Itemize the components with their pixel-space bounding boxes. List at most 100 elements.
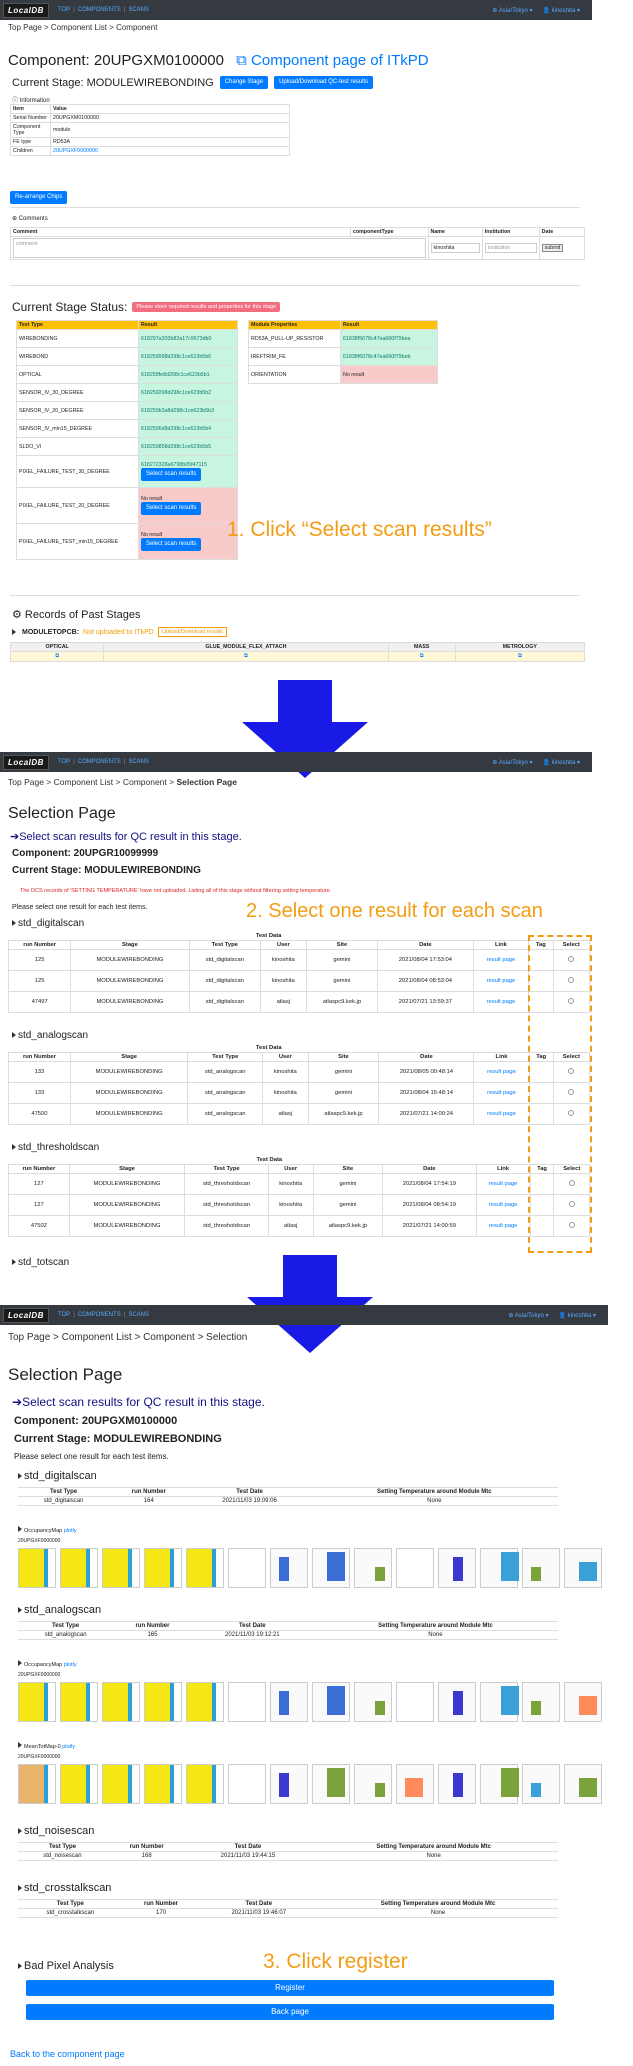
- plot-thumbnail[interactable]: [354, 1764, 392, 1804]
- plot-thumbnail[interactable]: [522, 1548, 560, 1588]
- user-dropdown[interactable]: 👤 kinoshita ▾: [558, 1312, 596, 1319]
- plot-thumbnail[interactable]: [564, 1682, 602, 1722]
- plot-thumbnail[interactable]: [438, 1764, 476, 1804]
- comment-submit-button[interactable]: submit: [541, 244, 564, 252]
- plot-thumbnail[interactable]: [18, 1764, 56, 1804]
- plot-thumbnail[interactable]: [228, 1548, 266, 1588]
- plot-thumbnail[interactable]: [480, 1682, 519, 1722]
- plot-thumbnail[interactable]: [60, 1764, 98, 1804]
- nav-scans-link[interactable]: SCANS: [128, 1312, 149, 1318]
- nav-components-link[interactable]: COMPONENTS: [78, 1312, 121, 1318]
- nav-scans-link[interactable]: SCANS: [128, 759, 149, 765]
- select-scan-results-button[interactable]: Select scan results: [141, 538, 202, 551]
- plot-thumbnail[interactable]: [186, 1682, 224, 1722]
- result-page-link[interactable]: result page: [473, 1082, 530, 1104]
- result-page-link[interactable]: result page: [472, 991, 530, 1013]
- itkpd-link[interactable]: ⧉ Component page of ITkPD: [236, 52, 429, 69]
- test-result-link[interactable]: 618259858d298c1ce623b5b5: [138, 437, 238, 456]
- children-link[interactable]: 20UPGXF0000000: [50, 146, 290, 156]
- result-page-link[interactable]: result page: [473, 1061, 530, 1083]
- plot-thumbnail[interactable]: [438, 1682, 476, 1722]
- plot-thumbnail[interactable]: [228, 1682, 266, 1722]
- plot-toggle[interactable]: MeanTotMap-0 plotly: [18, 1742, 75, 1750]
- result-page-link[interactable]: result page: [473, 1103, 530, 1125]
- plot-toggle[interactable]: OccupancyMap plotly: [18, 1660, 77, 1668]
- localdb-logo[interactable]: LocalDB: [3, 2, 49, 18]
- plot-thumbnail[interactable]: [102, 1548, 140, 1588]
- institution-field[interactable]: institution: [484, 243, 537, 253]
- plot-thumbnail[interactable]: [18, 1682, 56, 1722]
- plot-thumbnail[interactable]: [312, 1682, 350, 1722]
- result-page-link[interactable]: result page: [475, 1194, 531, 1216]
- plot-thumbnail[interactable]: [144, 1548, 182, 1588]
- plot-thumbnail[interactable]: [564, 1548, 602, 1588]
- timezone-dropdown[interactable]: ⊕ Asia/Tokyo ▾: [508, 1312, 548, 1319]
- plot-thumbnail[interactable]: [480, 1548, 519, 1588]
- register-button[interactable]: Register: [26, 1980, 554, 1996]
- localdb-logo[interactable]: LocalDB: [3, 754, 49, 770]
- test-result-link[interactable]: 618259b3a8d298c1ce623b5b3: [138, 401, 238, 420]
- property-result-link[interactable]: 61838f6078c47ea660f79beb: [340, 347, 438, 366]
- external-link-icon[interactable]: ⧉: [103, 651, 389, 662]
- nav-top-link[interactable]: TOP: [58, 7, 70, 13]
- plot-thumbnail[interactable]: [270, 1764, 308, 1804]
- plot-thumbnail[interactable]: [564, 1764, 602, 1804]
- plot-thumbnail[interactable]: [270, 1682, 308, 1722]
- name-field[interactable]: kinoshita: [430, 243, 480, 253]
- plot-thumbnail[interactable]: [60, 1682, 98, 1722]
- nav-top-link[interactable]: TOP: [58, 759, 70, 765]
- plot-thumbnail[interactable]: [396, 1548, 434, 1588]
- nav-top-link[interactable]: TOP: [58, 1312, 70, 1318]
- back-page-button[interactable]: Back page: [26, 2004, 554, 2020]
- result-page-link[interactable]: result page: [475, 1173, 531, 1195]
- property-result-link[interactable]: 61838f5678c47ea660f79bea: [340, 329, 438, 348]
- test-result-link[interactable]: 618258fe8d298c1ce623b5b1: [138, 365, 238, 384]
- plot-toggle[interactable]: OccupancyMap plotly: [18, 1526, 77, 1534]
- plot-thumbnail[interactable]: [522, 1764, 560, 1804]
- plot-thumbnail[interactable]: [228, 1764, 266, 1804]
- nav-scans-link[interactable]: SCANS: [128, 7, 149, 13]
- plot-thumbnail[interactable]: [102, 1682, 140, 1722]
- test-result-link[interactable]: 618259298d298c1ce623b5b2: [138, 383, 238, 402]
- result-page-link[interactable]: result page: [472, 949, 530, 971]
- rearrange-chips-button[interactable]: Re-arrange Chips: [10, 191, 68, 204]
- upload-qc-button[interactable]: Upload/Download QC-test results: [274, 76, 374, 89]
- user-dropdown[interactable]: 👤 kinoshita ▾: [542, 759, 580, 766]
- nav-components-link[interactable]: COMPONENTS: [78, 759, 121, 765]
- plot-thumbnail[interactable]: [312, 1548, 350, 1588]
- external-link-icon[interactable]: ⧉: [454, 651, 586, 662]
- user-dropdown[interactable]: 👤 kinoshita ▾: [542, 7, 580, 14]
- change-stage-button[interactable]: Change Stage: [219, 76, 269, 89]
- select-scan-results-button[interactable]: Select scan results: [141, 468, 202, 481]
- nav-components-link[interactable]: COMPONENTS: [78, 7, 121, 13]
- external-link-icon[interactable]: ⧉: [387, 651, 456, 662]
- plot-thumbnail[interactable]: [438, 1548, 476, 1588]
- result-page-link[interactable]: result page: [475, 1215, 531, 1237]
- plot-thumbnail[interactable]: [60, 1548, 98, 1588]
- test-result-link[interactable]: 618259998d298c1ce623b5b6: [138, 347, 238, 366]
- plot-thumbnail[interactable]: [312, 1764, 350, 1804]
- plot-thumbnail[interactable]: [186, 1548, 224, 1588]
- test-result-link[interactable]: 6182596d8d298c1ce623b5b4: [138, 419, 238, 438]
- back-to-component-link[interactable]: Back to the component page: [10, 2049, 125, 2059]
- plot-thumbnail[interactable]: [480, 1764, 519, 1804]
- external-link-icon[interactable]: ⧉: [9, 651, 105, 662]
- test-result-link[interactable]: 618297a303b82a17c9673db0: [138, 329, 238, 348]
- plot-thumbnail[interactable]: [270, 1548, 308, 1588]
- plot-thumbnail[interactable]: [102, 1764, 140, 1804]
- timezone-dropdown[interactable]: ⊕ Asia/Tokyo ▾: [492, 759, 532, 766]
- plot-thumbnail[interactable]: [354, 1548, 392, 1588]
- plot-thumbnail[interactable]: [354, 1682, 392, 1722]
- localdb-logo[interactable]: LocalDB: [3, 1307, 49, 1323]
- plot-thumbnail[interactable]: [396, 1682, 434, 1722]
- upload-download-results-button[interactable]: Upload/Download results: [157, 627, 228, 637]
- plot-thumbnail[interactable]: [144, 1764, 182, 1804]
- plot-thumbnail[interactable]: [522, 1682, 560, 1722]
- comment-textarea[interactable]: comment: [13, 238, 426, 258]
- select-scan-results-button[interactable]: Select scan results: [141, 502, 202, 515]
- plot-thumbnail[interactable]: [144, 1682, 182, 1722]
- timezone-dropdown[interactable]: ⊕ Asia/Tokyo ▾: [492, 7, 532, 14]
- plot-thumbnail[interactable]: [396, 1764, 434, 1804]
- plot-thumbnail[interactable]: [186, 1764, 224, 1804]
- result-page-link[interactable]: result page: [472, 970, 530, 992]
